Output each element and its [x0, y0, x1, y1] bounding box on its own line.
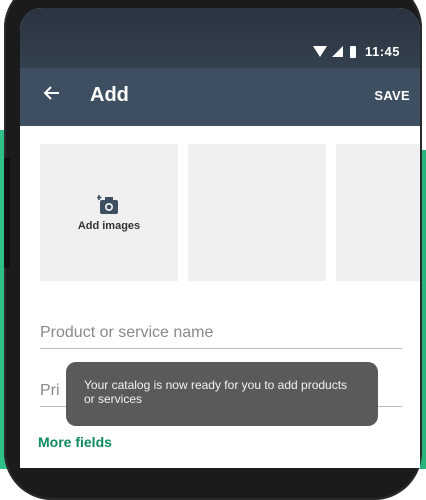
camera-add-icon — [96, 194, 121, 216]
add-images-button[interactable]: Add images — [40, 144, 178, 281]
add-images-label: Add images — [77, 219, 141, 232]
phone-screen: 11:45 Add SAVE Add images Product or ser… — [20, 8, 420, 468]
app-bar: Add SAVE — [20, 68, 420, 126]
product-name-placeholder: Product or service name — [40, 324, 214, 341]
page-title: Add — [90, 84, 129, 106]
signal-icon — [331, 46, 343, 57]
image-slots: Add images — [40, 144, 420, 281]
arrow-left-icon[interactable] — [36, 80, 66, 110]
status-icons: 11:45 — [312, 44, 400, 59]
status-bar: 11:45 — [20, 8, 420, 68]
image-slot[interactable] — [336, 144, 420, 281]
status-time: 11:45 — [364, 44, 400, 59]
save-button[interactable]: SAVE — [374, 88, 410, 103]
image-slot[interactable] — [188, 144, 326, 281]
phone-frame: 11:45 Add SAVE Add images Product or ser… — [4, 0, 422, 500]
product-name-field[interactable]: Product or service name — [40, 324, 402, 349]
battery-icon — [349, 45, 356, 58]
price-placeholder: Pri — [40, 382, 60, 399]
wifi-icon — [312, 46, 327, 57]
toast-message: Your catalog is now ready for you to add… — [66, 362, 378, 426]
phone-side-button — [4, 158, 10, 268]
toast-text: Your catalog is now ready for you to add… — [84, 378, 348, 406]
more-fields-link[interactable]: More fields — [38, 434, 112, 450]
